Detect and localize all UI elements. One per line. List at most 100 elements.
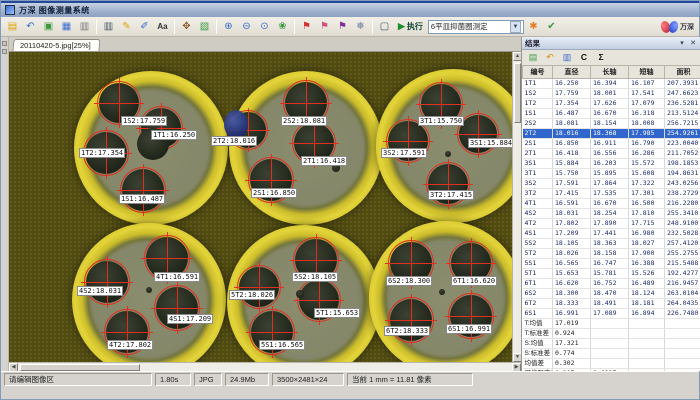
table-row[interactable]: 5S116.56516.74716.388215.5488 xyxy=(523,258,700,268)
leaf-icon[interactable]: ❀ xyxy=(274,19,291,35)
summary-row[interactable]: S:均值17.321 xyxy=(523,338,700,348)
table-row[interactable]: 2S116.85016.91116.790223.0040 xyxy=(523,138,700,148)
summary-row[interactable]: T:均值17.019 xyxy=(523,318,700,328)
image-viewport[interactable]: 1T1:16.2501S2:17.7591T2:17.3541S1:16.487… xyxy=(9,52,512,362)
summary-label-cell: 均值差 xyxy=(523,358,553,368)
photo-icon[interactable]: ▣ xyxy=(40,19,57,35)
pin-icon[interactable]: ▾ xyxy=(677,39,687,47)
column-header-1[interactable]: 编号 xyxy=(523,66,553,78)
value-cell: 18.158 xyxy=(591,248,629,258)
measure-mode-dropdown[interactable]: 6平皿抑菌圈测定▼ xyxy=(428,20,524,34)
clear-button[interactable]: C xyxy=(577,51,591,64)
table-row[interactable]: 5T115.65315.78115.526192.4277 xyxy=(523,268,700,278)
back-icon[interactable]: ↶ xyxy=(22,19,39,35)
column-header-2[interactable]: 直径 xyxy=(553,66,591,78)
table-row[interactable]: 6T218.33318.49118.181264.0435 xyxy=(523,298,700,308)
title-bar[interactable]: 万深 图像测量系统 xyxy=(1,1,699,17)
table-row[interactable]: 1S217.75918.00117.541247.6623 xyxy=(523,88,700,98)
table-row[interactable]: 2T218.01618.36817.985254.9261 xyxy=(523,128,700,138)
petri-dish-2[interactable] xyxy=(229,71,383,225)
image-tab[interactable]: 20110420-5.jpg[25%] xyxy=(12,39,100,51)
inhibition-zone[interactable] xyxy=(86,261,128,303)
table-row[interactable]: 2T116.41816.55616.286211.7052 xyxy=(523,148,700,158)
table-row[interactable]: 6S116.99117.08916.894226.7480 xyxy=(523,308,700,318)
check-icon[interactable]: ✔ xyxy=(543,19,560,35)
table-row[interactable]: 2S218.08118.15418.008256.7215 xyxy=(523,118,700,128)
zone-id-cell: 5S2 xyxy=(523,238,553,248)
horizontal-scrollbar[interactable]: ◀ ▶ xyxy=(9,362,521,371)
table-row[interactable]: 4S218.03118.25417.810255.3410 xyxy=(523,208,700,218)
zoom-out-icon[interactable]: ⊖ xyxy=(238,19,255,35)
value-cell: 18.027 xyxy=(629,238,665,248)
table-row[interactable]: 3S115.88416.20315.572198.1853 xyxy=(523,158,700,168)
petri-dish-6[interactable] xyxy=(369,221,512,362)
summary-row[interactable]: S:标准差0.774 xyxy=(523,348,700,358)
inhibition-zone[interactable] xyxy=(239,267,279,307)
pencil-icon[interactable]: ✎ xyxy=(118,19,135,35)
flag-purple-icon[interactable]: ⚑ xyxy=(334,19,351,35)
column-header-3[interactable]: 长轴 xyxy=(591,66,629,78)
app-window: 万深 图像测量系统 ▤↶▣▦▥▥✎✐Aa✥▧⊕⊖⊙❀⚑⚑⚑❅▢▶执行6平皿抑菌圈… xyxy=(0,0,700,400)
undo-icon[interactable]: ↶ xyxy=(543,51,557,64)
table-row[interactable]: 5S218.10518.36318.027257.4120 xyxy=(523,238,700,248)
table-row[interactable]: 6S218.30018.47018.124263.0104 xyxy=(523,288,700,298)
export-icon[interactable]: ▤ xyxy=(526,51,540,64)
column-header-4[interactable]: 短轴 xyxy=(629,66,665,78)
text-icon[interactable]: Aa xyxy=(154,19,171,35)
value-cell: 16.286 xyxy=(629,148,665,158)
dock-handle-icon[interactable] xyxy=(2,49,7,54)
value-cell: 17.535 xyxy=(591,188,629,198)
summary-value-cell xyxy=(665,318,700,328)
value-cell: 16.790 xyxy=(629,138,665,148)
zone-id-cell: 2S2 xyxy=(523,118,553,128)
table-row[interactable]: 3T217.41517.53517.301238.2729 xyxy=(523,188,700,198)
execute-button[interactable]: ▶执行 xyxy=(394,19,427,34)
close-icon[interactable]: ✕ xyxy=(688,39,698,47)
value-cell: 17.715 xyxy=(629,218,665,228)
table-row[interactable]: 5T218.02618.15817.900255.2755 xyxy=(523,248,700,258)
print-icon[interactable]: ▥ xyxy=(560,51,574,64)
screen-icon[interactable]: ▢ xyxy=(376,19,393,35)
open-icon[interactable]: ▤ xyxy=(4,19,21,35)
document-tab-bar: 20110420-5.jpg[25%] xyxy=(9,37,521,52)
value-cell: 18.491 xyxy=(591,298,629,308)
vertical-scrollbar[interactable]: ▲ ▼ xyxy=(512,52,521,362)
column-header-5[interactable]: 面积 xyxy=(665,66,700,78)
results-table-container: 编号直径长轴短轴面积 1T116.25016.39416.107207.3931… xyxy=(522,66,700,371)
flag-pink-icon[interactable]: ⚑ xyxy=(316,19,333,35)
zone-label: 6T1:16.620 xyxy=(451,276,497,286)
table-row[interactable]: 1T116.25016.39416.107207.3931 xyxy=(523,78,700,88)
table-row[interactable]: 4T116.59116.67016.500216.2280 xyxy=(523,198,700,208)
dock-handle-icon[interactable] xyxy=(2,41,7,46)
sum-button[interactable]: Σ xyxy=(594,51,608,64)
summary-row[interactable]: T:标准差0.924 xyxy=(523,328,700,338)
table-row[interactable]: 1S116.48716.67016.318213.5124 xyxy=(523,108,700,118)
vscroll-thumb[interactable] xyxy=(514,63,521,123)
image-icon[interactable]: ▧ xyxy=(196,19,213,35)
zoom-in-icon[interactable]: ⊕ xyxy=(220,19,237,35)
table-row[interactable]: 1T217.35417.62617.079236.5281 xyxy=(523,98,700,108)
table-row[interactable]: 3T115.75015.89515.608194.8631 xyxy=(523,168,700,178)
value-cell: 15.653 xyxy=(553,268,591,278)
copy-icon[interactable]: ▥ xyxy=(76,19,93,35)
gear-icon[interactable]: ✱ xyxy=(525,19,542,35)
table-row[interactable]: 4T217.80217.89017.715248.9100 xyxy=(523,218,700,228)
annotate-icon[interactable]: ✐ xyxy=(136,19,153,35)
table-row[interactable]: 3S217.59117.86417.322243.0256 xyxy=(523,178,700,188)
chevron-down-icon[interactable]: ▼ xyxy=(510,21,521,33)
crosshair-icon xyxy=(445,316,497,317)
table-row[interactable]: 6T116.62016.75216.489216.9457 xyxy=(523,278,700,288)
save-icon[interactable]: ▦ xyxy=(58,19,75,35)
print-icon[interactable]: ▥ xyxy=(100,19,117,35)
zoom-fit-icon[interactable]: ⊙ xyxy=(256,19,273,35)
value-cell: 223.0040 xyxy=(665,138,700,148)
hscroll-thumb[interactable] xyxy=(20,364,140,371)
table-row[interactable]: 4S117.20917.44116.980232.5028 xyxy=(523,228,700,238)
summary-row[interactable]: 均值差0.302 xyxy=(523,358,700,368)
inhibition-zone[interactable] xyxy=(122,169,164,211)
snow-icon[interactable]: ❅ xyxy=(352,19,369,35)
summary-label-cell: T:均值 xyxy=(523,318,553,328)
status-segment-2: 1.80s xyxy=(155,373,191,386)
flag-red-icon[interactable]: ⚑ xyxy=(298,19,315,35)
grab-icon[interactable]: ✥ xyxy=(178,19,195,35)
